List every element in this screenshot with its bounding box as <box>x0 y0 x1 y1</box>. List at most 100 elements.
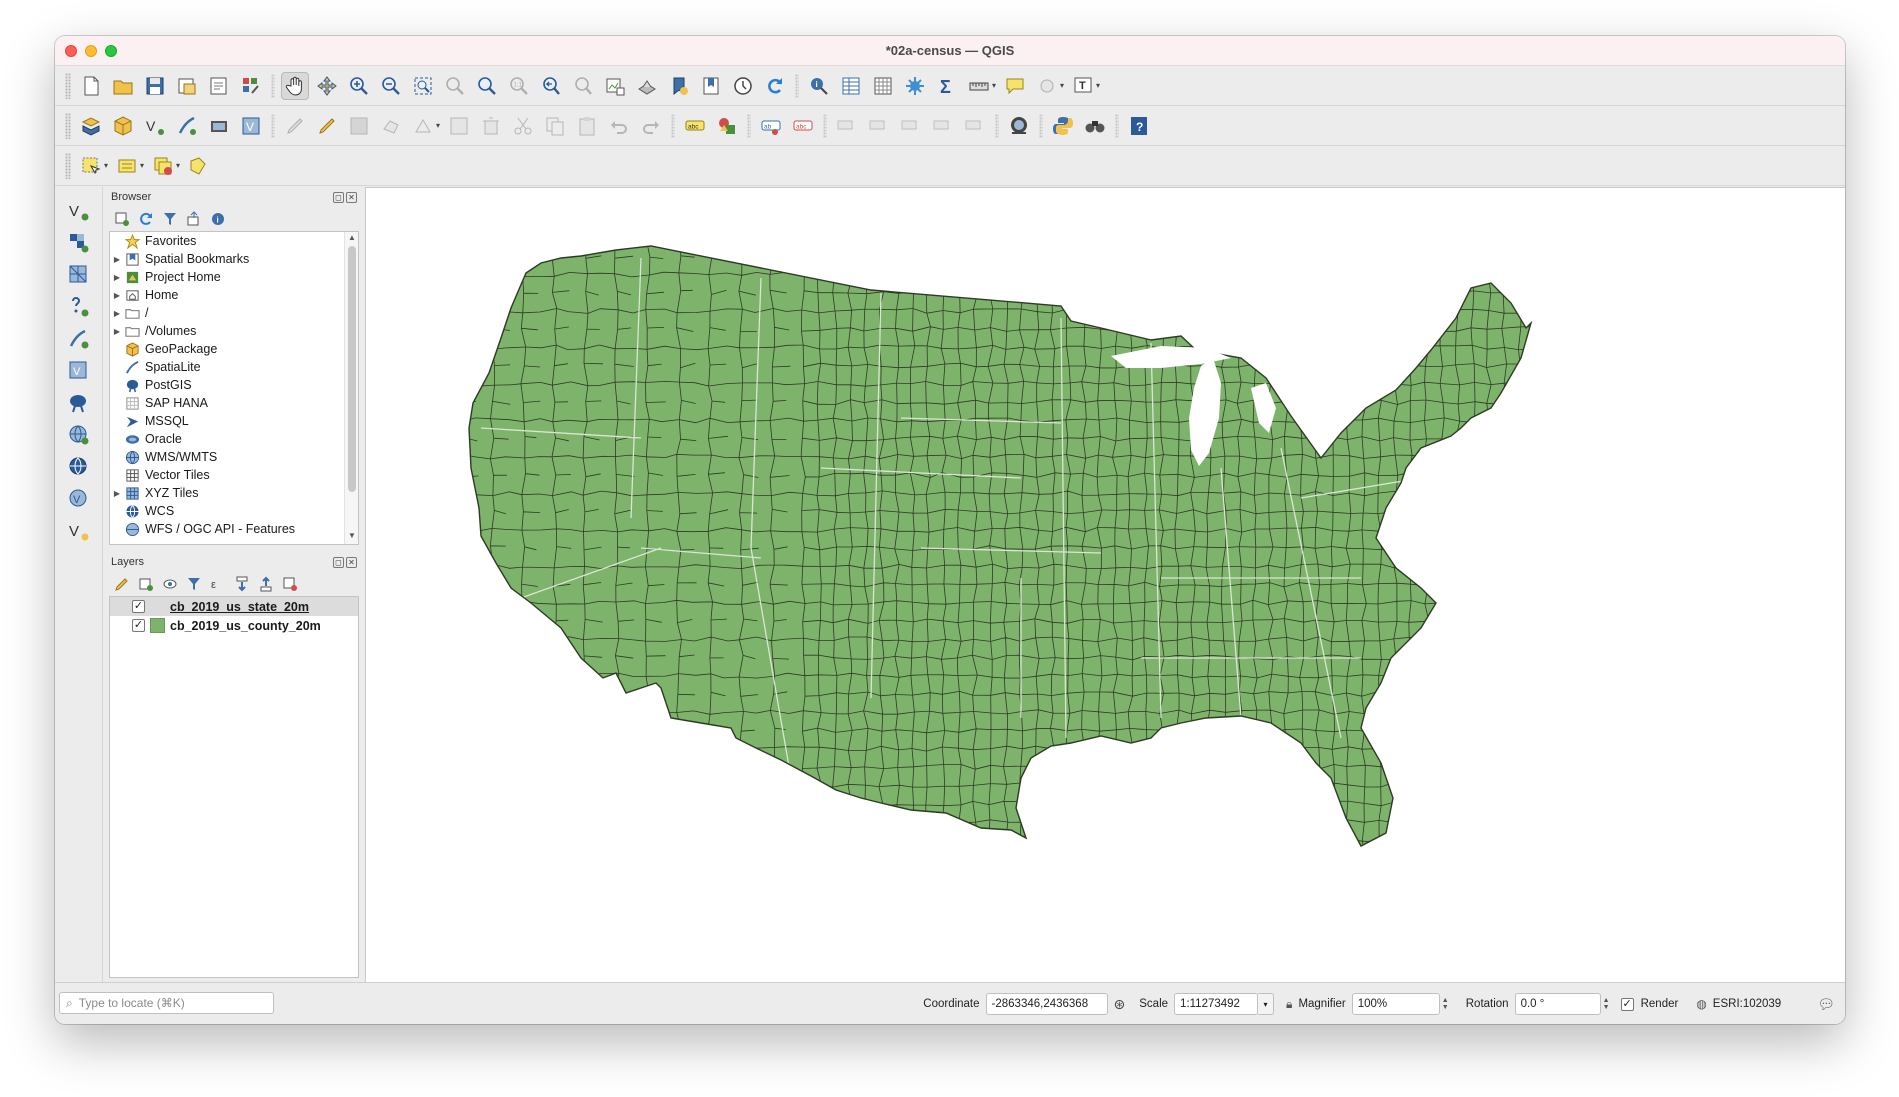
browser-item[interactable]: Oracle <box>110 430 358 448</box>
new-3d-view-icon[interactable] <box>633 72 661 100</box>
scroll-thumb[interactable] <box>348 246 356 492</box>
browser-scrollbar[interactable]: ▲ ▼ <box>344 232 358 544</box>
maximize-window-button[interactable] <box>105 45 117 57</box>
new-map-view-icon[interactable] <box>601 72 629 100</box>
expand-arrow-icon[interactable]: ▶ <box>110 327 124 336</box>
rotation-spinner[interactable]: ▲ ▼ <box>1603 993 1615 1015</box>
layer-styling-icon[interactable] <box>113 575 131 593</box>
expand-arrow-icon[interactable]: ▶ <box>110 273 124 282</box>
identify-icon[interactable]: i <box>805 72 833 100</box>
toolbar-grip[interactable] <box>65 112 71 139</box>
browser-item[interactable]: SpatiaLite <box>110 358 358 376</box>
browser-item[interactable]: SAP HANA <box>110 394 358 412</box>
style-manager-icon[interactable] <box>237 72 265 100</box>
label-highlight-icon[interactable]: abc <box>789 112 817 140</box>
add-selected-layers-icon[interactable] <box>113 210 131 228</box>
data-source-manager-icon[interactable] <box>77 112 105 140</box>
select-by-location-icon[interactable] <box>1033 72 1061 100</box>
show-hide-labels-icon[interactable] <box>865 112 893 140</box>
pan-to-selection-icon[interactable] <box>313 72 341 100</box>
zoom-last-icon[interactable] <box>537 72 565 100</box>
add-group-icon[interactable] <box>137 575 155 593</box>
filter-legend-icon[interactable] <box>185 575 203 593</box>
label-diagram-icon[interactable] <box>713 112 741 140</box>
select-features-icon[interactable] <box>77 152 105 180</box>
expand-all-icon[interactable] <box>233 575 251 593</box>
layer-row[interactable]: ✓ cb_2019_us_county_20m <box>110 616 358 635</box>
modify-attributes-icon[interactable] <box>445 112 473 140</box>
layer-symbol-swatch[interactable] <box>150 599 165 614</box>
zoom-in-icon[interactable] <box>345 72 373 100</box>
scroll-down-arrow[interactable]: ▼ <box>345 531 358 543</box>
rotation-field[interactable]: 0.0 ° <box>1514 993 1601 1015</box>
processing-toolbox-icon[interactable] <box>901 72 929 100</box>
float-panel-icon[interactable]: ◻ <box>333 191 344 203</box>
vertex-tool-icon[interactable] <box>409 112 437 140</box>
new-bookmark-icon[interactable] <box>665 72 693 100</box>
browser-item[interactable]: ▶ Home <box>110 286 358 304</box>
scale-combo[interactable]: 1:11273492 <box>1174 993 1259 1015</box>
new-print-layout-icon[interactable] <box>173 72 201 100</box>
scroll-up-arrow[interactable]: ▲ <box>345 233 358 245</box>
browser-item[interactable]: WCS <box>110 502 358 520</box>
add-spatialite-layer-icon[interactable] <box>65 325 93 353</box>
layer-labeling-icon[interactable]: ab <box>757 112 785 140</box>
browser-item[interactable]: ▶ XYZ Tiles <box>110 484 358 502</box>
rotate-label-icon[interactable] <box>929 112 957 140</box>
magnifier-field[interactable]: 100% <box>1351 993 1440 1015</box>
filter-browser-icon[interactable] <box>161 210 179 228</box>
copy-features-icon[interactable] <box>541 112 569 140</box>
add-wms-layer-icon[interactable] <box>65 421 93 449</box>
browser-item[interactable]: Vector Tiles <box>110 466 358 484</box>
temporal-controller-icon[interactable] <box>729 72 757 100</box>
expand-arrow-icon[interactable]: ▶ <box>110 255 124 264</box>
browser-item[interactable]: MSSQL <box>110 412 358 430</box>
new-vector-layer-icon[interactable]: V <box>65 517 93 545</box>
current-edits-icon[interactable] <box>281 112 309 140</box>
attribute-table-icon[interactable] <box>837 72 865 100</box>
zoom-full-icon[interactable] <box>409 72 437 100</box>
open-project-icon[interactable] <box>109 72 137 100</box>
refresh-icon[interactable] <box>761 72 789 100</box>
add-feature-icon[interactable] <box>377 112 405 140</box>
expand-arrow-icon[interactable]: ▶ <box>110 309 124 318</box>
expand-arrow-icon[interactable]: ▶ <box>110 489 124 498</box>
browser-item[interactable]: PostGIS <box>110 376 358 394</box>
layer-visibility-checkbox[interactable]: ✓ <box>132 600 145 613</box>
layout-manager-icon[interactable] <box>205 72 233 100</box>
filter-by-expression-icon[interactable]: ε <box>209 575 227 593</box>
add-delimited-text-layer-icon[interactable] <box>65 293 93 321</box>
close-panel-icon[interactable]: ✕ <box>346 556 357 568</box>
render-checkbox[interactable]: ✓ <box>1620 997 1634 1011</box>
crs-button[interactable]: ESRI:102039 <box>1713 998 1781 1010</box>
statistics-icon[interactable]: Σ <box>933 72 961 100</box>
save-edits-icon[interactable] <box>345 112 373 140</box>
add-raster-layer-icon[interactable] <box>65 229 93 257</box>
help-icon[interactable]: ? <box>1125 112 1153 140</box>
change-label-icon[interactable] <box>961 112 989 140</box>
browser-item[interactable]: GeoPackage <box>110 340 358 358</box>
pin-labels-icon[interactable] <box>833 112 861 140</box>
zoom-to-selection-icon[interactable] <box>441 72 469 100</box>
close-panel-icon[interactable]: ✕ <box>346 191 357 203</box>
measure-icon[interactable] <box>965 72 993 100</box>
cut-features-icon[interactable] <box>509 112 537 140</box>
new-geopackage-layer-icon[interactable] <box>109 112 137 140</box>
undo-icon[interactable] <box>605 112 633 140</box>
python-console-icon[interactable] <box>1049 112 1077 140</box>
zoom-next-icon[interactable] <box>569 72 597 100</box>
select-by-value-icon[interactable] <box>113 152 141 180</box>
zoom-to-layer-icon[interactable] <box>473 72 501 100</box>
messages-icon[interactable]: 💬︎ <box>1817 996 1835 1013</box>
collapse-all-icon[interactable] <box>185 210 203 228</box>
new-spatialite-layer-icon[interactable] <box>173 112 201 140</box>
toolbar-grip[interactable] <box>65 152 71 179</box>
add-vector-layer-icon[interactable]: V <box>65 197 93 225</box>
scale-dropdown-arrow[interactable]: ▾ <box>1258 993 1275 1015</box>
browser-item[interactable]: WMS/WMTS <box>110 448 358 466</box>
new-project-icon[interactable] <box>77 72 105 100</box>
redo-icon[interactable] <box>637 112 665 140</box>
zoom-out-icon[interactable] <box>377 72 405 100</box>
browser-item[interactable]: Favorites <box>110 232 358 250</box>
float-panel-icon[interactable]: ◻ <box>333 556 344 568</box>
